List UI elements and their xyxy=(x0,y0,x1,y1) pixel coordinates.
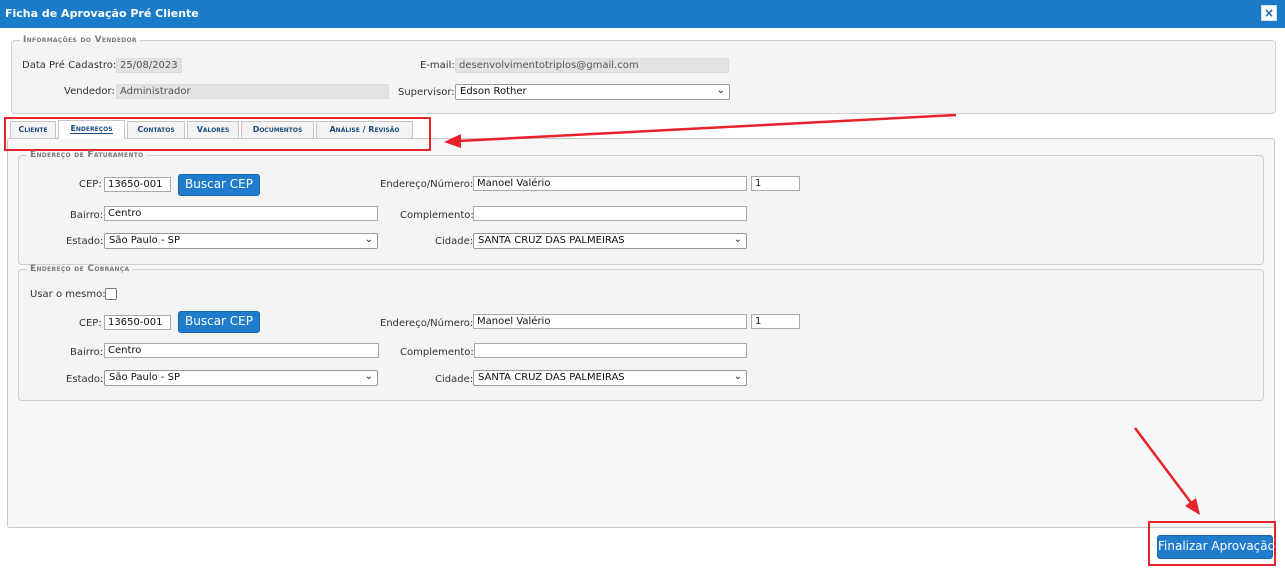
arrow-icon xyxy=(444,113,957,148)
annotation-arrows xyxy=(444,113,1200,515)
arrow-icon xyxy=(1134,427,1200,515)
